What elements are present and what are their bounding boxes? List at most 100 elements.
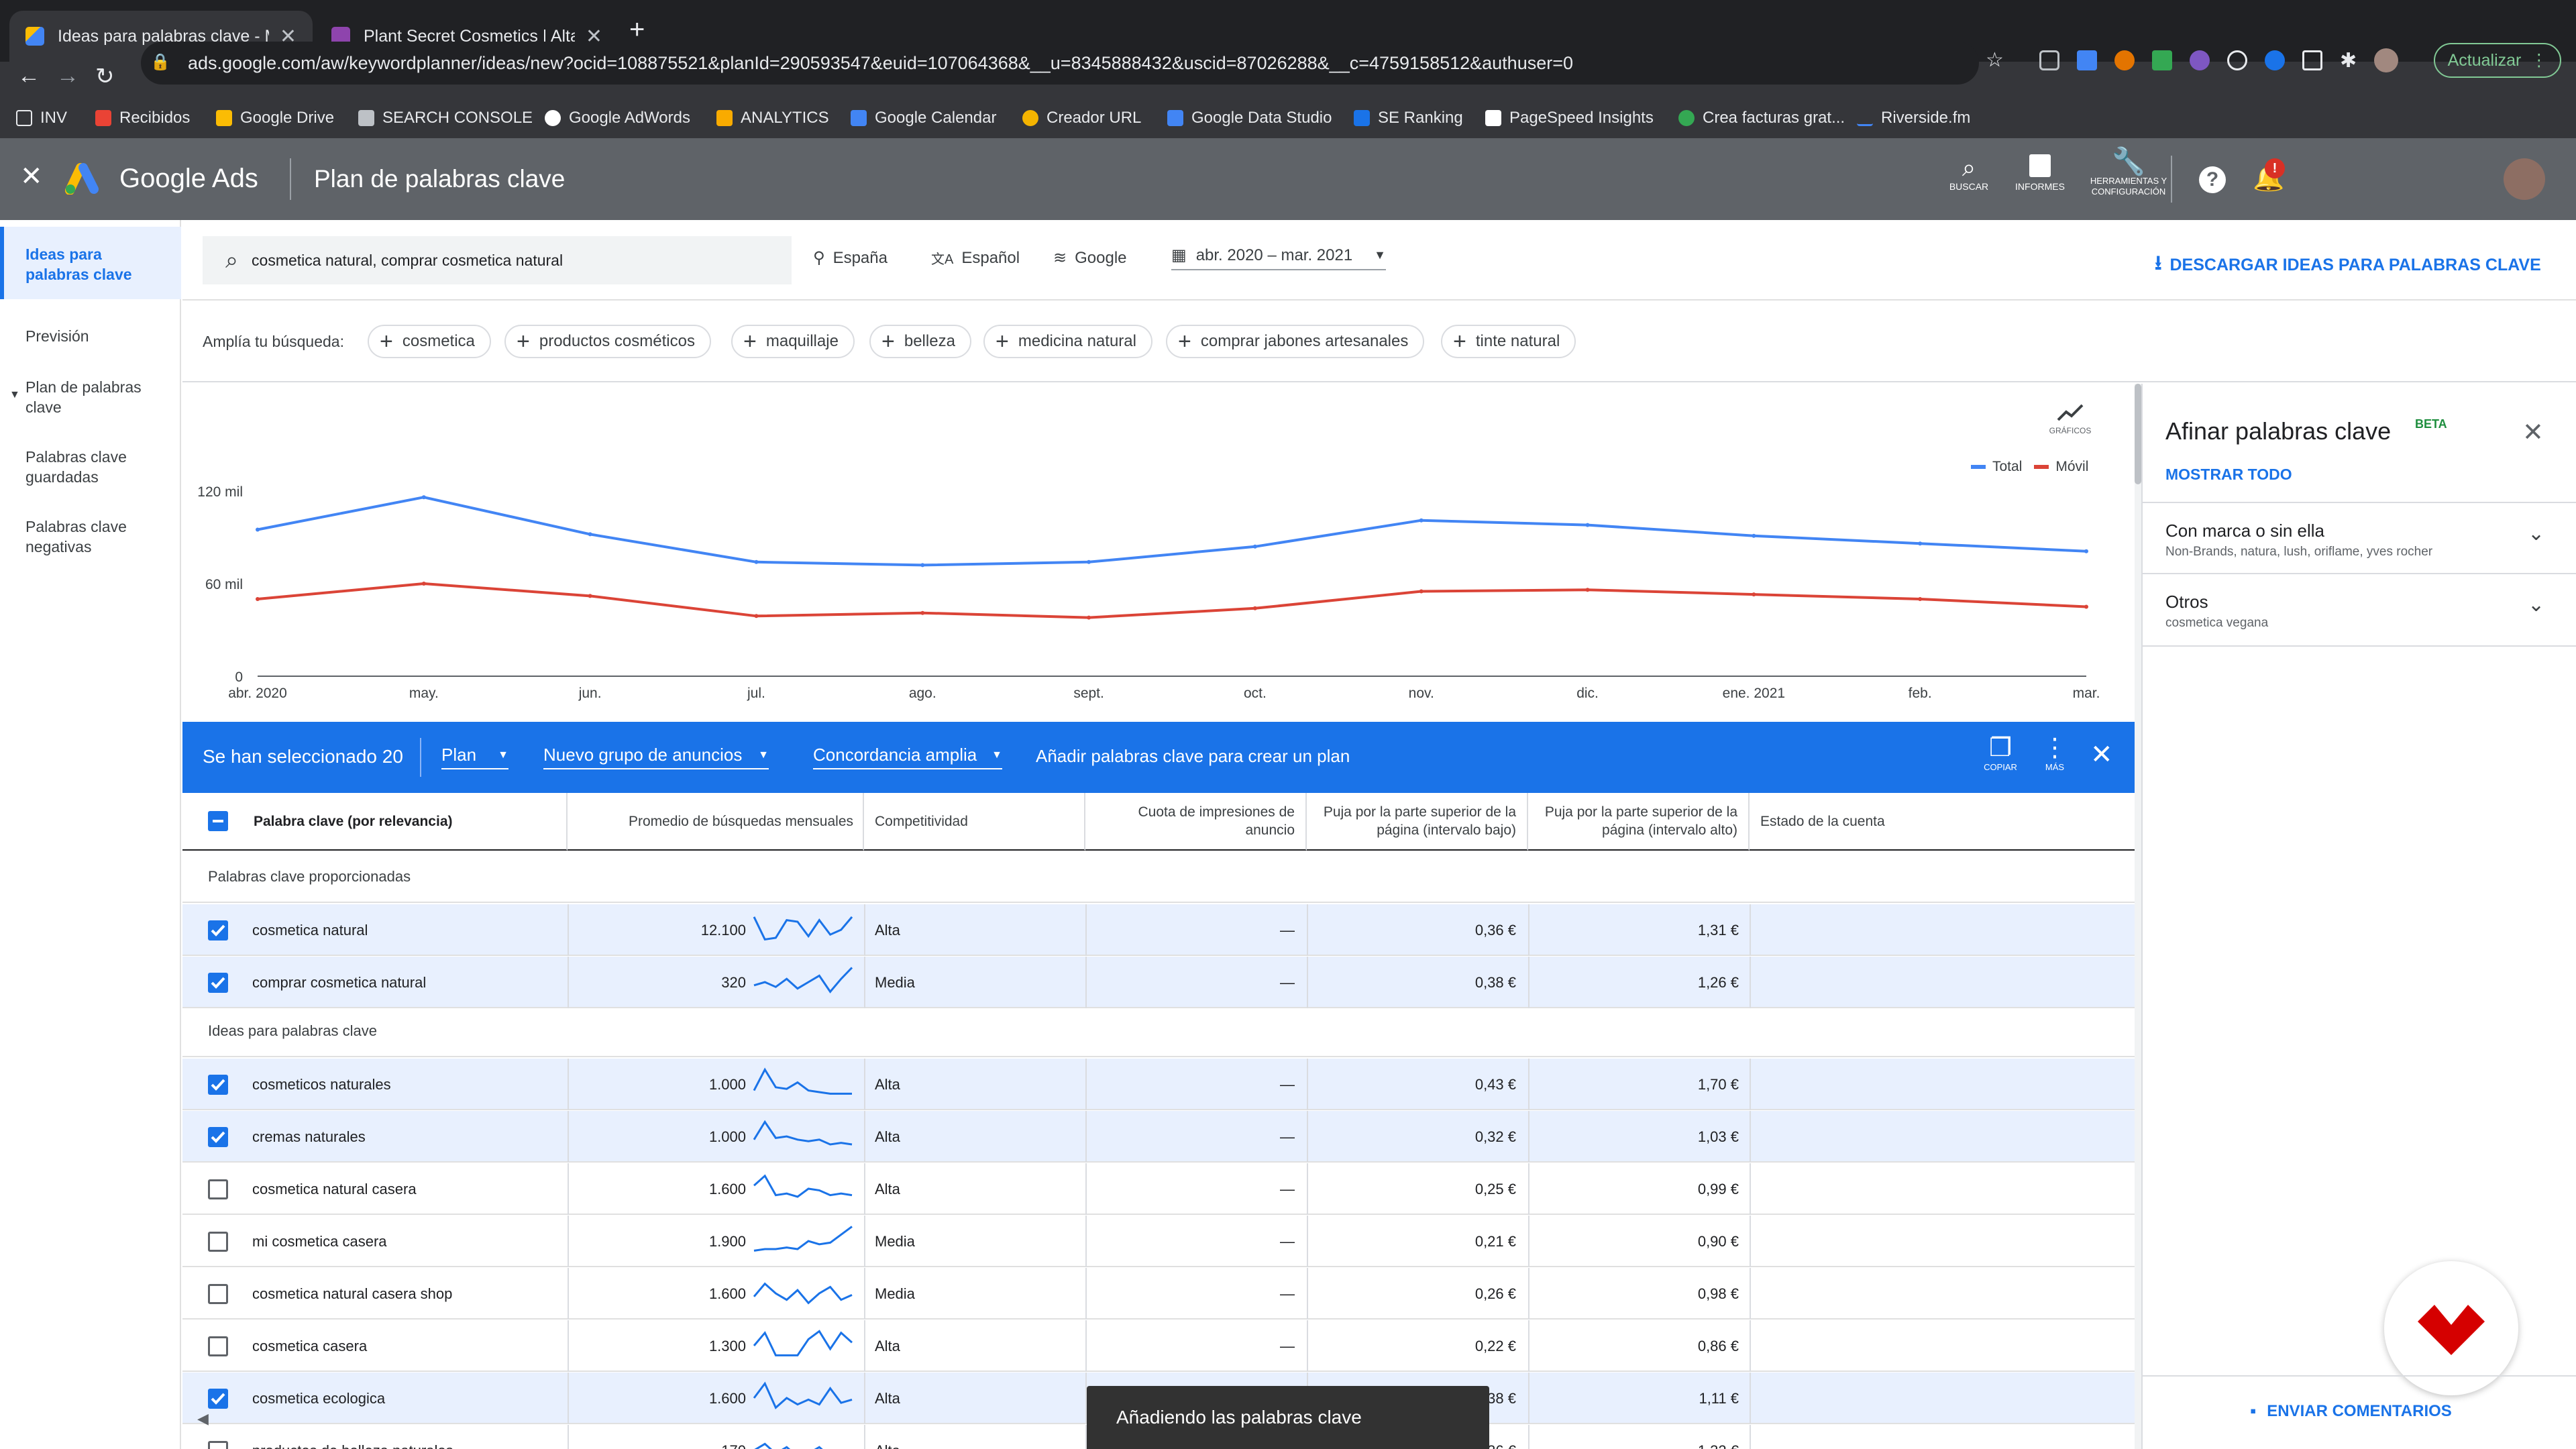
close-icon[interactable]: ✕ bbox=[20, 161, 43, 192]
data-point[interactable] bbox=[1585, 588, 1590, 592]
bookmark-item[interactable]: Recibidos bbox=[95, 109, 190, 127]
nav-item-saved-keywords[interactable]: Palabras clave guardadas bbox=[25, 447, 160, 487]
header-bid-high[interactable]: Puja por la parte superior de la página … bbox=[1528, 793, 1750, 851]
address-bar[interactable]: 🔒 ads.google.com/aw/keywordplanner/ideas… bbox=[141, 42, 1979, 85]
bookmark-item[interactable]: Riverside.fm bbox=[1857, 109, 1970, 127]
puzzle-extensions-icon[interactable]: ✱ bbox=[2340, 49, 2357, 72]
extension-icon[interactable] bbox=[2302, 50, 2322, 70]
row-checkbox[interactable] bbox=[208, 1127, 228, 1147]
data-point[interactable] bbox=[1087, 559, 1091, 564]
data-point[interactable] bbox=[421, 582, 426, 586]
data-point[interactable] bbox=[256, 527, 260, 532]
row-checkbox[interactable] bbox=[208, 1389, 228, 1409]
row-checkbox[interactable] bbox=[208, 1232, 228, 1252]
download-ideas-button[interactable]: ⭳ DESCARGAR IDEAS PARA PALABRAS CLAVE bbox=[2155, 248, 2541, 282]
data-point[interactable] bbox=[1752, 592, 1756, 597]
data-point[interactable] bbox=[920, 563, 925, 568]
row-checkbox[interactable] bbox=[208, 1284, 228, 1304]
scroll-left-icon[interactable]: ◀ bbox=[197, 1410, 209, 1428]
table-row[interactable]: cosmeticos naturales 1.000 Alta — 0,43 € 1,70… bbox=[182, 1059, 2135, 1110]
table-row[interactable]: cosmetica natural casera shop 1.600 Media —… bbox=[182, 1268, 2135, 1320]
row-checkbox[interactable] bbox=[208, 1441, 228, 1449]
pocket-extension-icon[interactable] bbox=[2039, 50, 2059, 70]
keyword-search-input[interactable]: ⌕ cosmetica natural, comprar cosmetica n… bbox=[203, 236, 792, 284]
nav-item-keyword-plan[interactable]: Plan de palabras clave bbox=[25, 377, 160, 417]
header-account-status[interactable]: Estado de la cuenta bbox=[1750, 793, 2135, 851]
extension-icon[interactable] bbox=[2265, 50, 2285, 70]
ad-group-dropdown[interactable]: Nuevo grupo de anuncios ▼ bbox=[543, 745, 769, 769]
data-point[interactable] bbox=[754, 614, 759, 619]
extension-icon[interactable] bbox=[2190, 50, 2210, 70]
location-filter[interactable]: ⚲ España bbox=[813, 248, 888, 268]
table-row[interactable]: cremas naturales 1.000 Alta — 0,32 € 1,03 € bbox=[182, 1111, 2135, 1163]
send-feedback-button[interactable]: ▪ ENVIAR COMENTARIOS bbox=[2250, 1401, 2452, 1421]
bookmark-item[interactable]: ANALYTICS bbox=[716, 109, 829, 127]
copy-button[interactable]: ❐ COPIAR bbox=[1980, 734, 2021, 772]
plan-dropdown[interactable]: Plan ▼ bbox=[441, 745, 508, 769]
row-checkbox[interactable] bbox=[208, 1075, 228, 1095]
suggestion-chip[interactable]: + productos cosméticos bbox=[504, 325, 711, 358]
new-tab-icon[interactable]: + bbox=[629, 15, 645, 45]
suggestion-chip[interactable]: + belleza bbox=[869, 325, 971, 358]
back-icon[interactable]: ← bbox=[17, 63, 40, 89]
vertical-scrollbar[interactable] bbox=[2135, 384, 2141, 1449]
add-to-plan-button[interactable]: Añadir palabras clave para crear un plan bbox=[1036, 746, 1350, 767]
data-point[interactable] bbox=[1752, 533, 1756, 538]
data-point[interactable] bbox=[256, 597, 260, 601]
date-range-selector[interactable]: ▦ abr. 2020 – mar. 2021 ▼ bbox=[1171, 246, 1386, 270]
bookmark-item[interactable]: PageSpeed Insights bbox=[1485, 109, 1654, 127]
data-point[interactable] bbox=[1419, 518, 1424, 523]
search-tool-button[interactable]: ⌕ BUSCAR bbox=[1945, 154, 1992, 193]
data-point[interactable] bbox=[920, 610, 925, 615]
header-competition[interactable]: Competitividad bbox=[864, 793, 1085, 851]
data-point[interactable] bbox=[1087, 615, 1091, 620]
forward-icon[interactable]: → bbox=[56, 63, 79, 89]
header-impression-share[interactable]: Cuota de impresiones de anuncio bbox=[1085, 793, 1307, 851]
update-button[interactable]: Actualizar ⋮ bbox=[2434, 43, 2561, 78]
user-avatar[interactable] bbox=[2504, 158, 2545, 200]
close-selection-icon[interactable]: ✕ bbox=[2090, 739, 2113, 770]
reports-tool-button[interactable]: INFORMES bbox=[2010, 154, 2070, 192]
row-checkbox[interactable] bbox=[208, 1336, 228, 1356]
close-panel-icon[interactable]: ✕ bbox=[2522, 417, 2544, 447]
bookmark-item[interactable]: Creador URL bbox=[1022, 109, 1141, 127]
table-row[interactable]: cosmetica natural 12.100 Alta — 0,36 € 1,31 € bbox=[182, 904, 2135, 956]
network-filter[interactable]: ≋ Google bbox=[1053, 248, 1127, 268]
extension-icon[interactable] bbox=[2152, 50, 2172, 70]
reload-icon[interactable]: ↻ bbox=[95, 63, 115, 90]
suggestion-chip[interactable]: + maquillaje bbox=[731, 325, 855, 358]
suggestion-chip[interactable]: + tinte natural bbox=[1441, 325, 1576, 358]
data-point[interactable] bbox=[1252, 544, 1257, 549]
data-point[interactable] bbox=[1419, 589, 1424, 594]
data-point[interactable] bbox=[1918, 597, 1923, 601]
row-checkbox[interactable] bbox=[208, 1179, 228, 1199]
suggestion-chip[interactable]: + cosmetica bbox=[368, 325, 491, 358]
data-point[interactable] bbox=[754, 559, 759, 564]
help-icon[interactable]: ? bbox=[2199, 166, 2226, 193]
row-checkbox[interactable] bbox=[208, 973, 228, 993]
bookmark-item[interactable]: SE Ranking bbox=[1354, 109, 1463, 127]
language-filter[interactable]: 文A Español bbox=[931, 248, 1020, 268]
match-type-dropdown[interactable]: Concordancia amplia ▼ bbox=[813, 745, 1002, 769]
refine-group-others[interactable]: Otros cosmetica vegana ⌄ bbox=[2143, 576, 2576, 647]
bookmark-star-icon[interactable]: ☆ bbox=[1986, 48, 2004, 72]
translate-extension-icon[interactable] bbox=[2077, 50, 2097, 70]
more-button[interactable]: ⋮ MÁS bbox=[2038, 734, 2072, 772]
table-row[interactable]: mi cosmetica casera 1.900 Media — 0,21 € 0,90… bbox=[182, 1216, 2135, 1267]
bookmark-item[interactable]: Google Data Studio bbox=[1167, 109, 1332, 127]
refine-group-brand[interactable]: Con marca o sin ella Non-Brands, natura,… bbox=[2143, 503, 2576, 574]
header-keyword[interactable]: Palabra clave (por relevancia) bbox=[182, 793, 568, 851]
bookmark-item[interactable]: Google Drive bbox=[216, 109, 334, 127]
data-point[interactable] bbox=[588, 594, 592, 598]
suggestion-chip[interactable]: + comprar jabones artesanales bbox=[1166, 325, 1425, 358]
select-all-checkbox[interactable] bbox=[208, 811, 228, 831]
extension-icon[interactable] bbox=[2114, 50, 2135, 70]
profile-avatar-icon[interactable] bbox=[2374, 48, 2399, 72]
bookmark-item[interactable]: INV bbox=[16, 109, 67, 127]
data-point[interactable] bbox=[2084, 604, 2088, 609]
table-row[interactable]: cosmetica casera 1.300 Alta — 0,22 € 0,86 € bbox=[182, 1320, 2135, 1372]
bookmark-item[interactable]: Google Calendar bbox=[851, 109, 996, 127]
table-row[interactable]: comprar cosmetica natural 320 Media — 0,38 €… bbox=[182, 957, 2135, 1008]
row-checkbox[interactable] bbox=[208, 920, 228, 941]
header-bid-low[interactable]: Puja por la parte superior de la página … bbox=[1307, 793, 1528, 851]
